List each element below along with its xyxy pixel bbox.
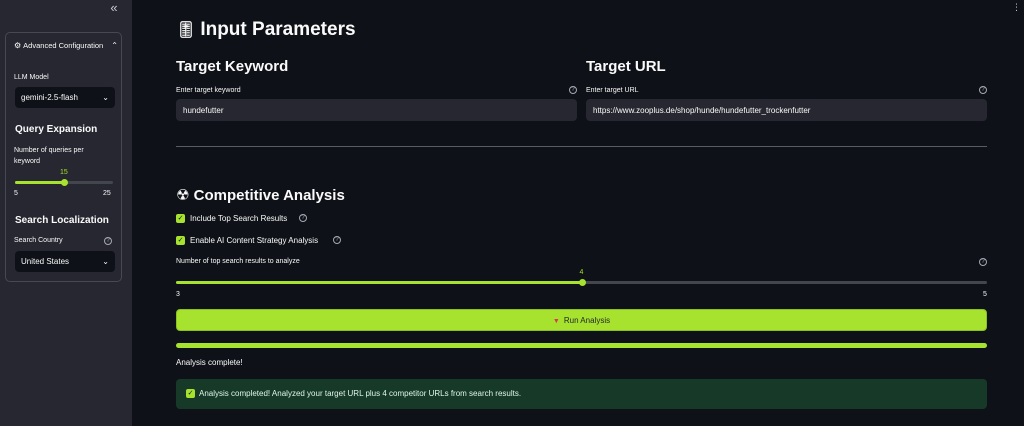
top-results-slider-max: 5 [983,291,987,298]
run-analysis-label: Run Analysis [563,315,611,325]
enable-ai-strategy-label: Enable AI Content Strategy Analysis [190,236,319,245]
rocket-icon: ▼ [552,317,560,325]
help-icon[interactable]: ? [333,236,341,244]
double-chevron-left-icon[interactable]: « [106,1,122,15]
top-results-slider[interactable] [176,279,987,286]
sidebar: « ⚙ Advanced Configuration ⌃ LLM Model ge… [0,0,132,426]
search-country-select[interactable]: United States ⌄ [15,251,115,272]
queries-slider-thumb[interactable] [61,179,68,186]
advanced-configuration-title: Advanced Configuration [23,41,104,50]
sliders-icon: 🎚 [176,22,197,39]
page-title-text: Input Parameters [200,19,356,40]
llm-model-value: gemini-2.5-flash [21,93,78,102]
success-message: Analysis completed! Analyzed your target… [199,389,522,398]
chevron-down-icon: ⌄ [102,257,109,266]
top-results-slider-thumb[interactable] [578,279,586,286]
chevron-down-icon: ⌄ [102,93,109,102]
search-country-label: Search Country [14,237,63,244]
queries-slider-fill [15,181,64,184]
top-results-count-label: Number of top search results to analyze [176,258,300,265]
target-url-heading: Target URL [586,58,666,75]
advanced-configuration-header[interactable]: ⚙ Advanced Configuration ⌃ [14,40,118,52]
top-results-slider-min: 3 [176,291,180,298]
include-top-results-checkbox[interactable]: ✓ [176,214,185,223]
include-top-results-label: Include Top Search Results [190,214,288,223]
top-results-slider-fill [176,281,582,284]
success-alert: ✓ Analysis completed! Analyzed your targ… [176,379,987,409]
chevron-up-icon[interactable]: ⌃ [111,40,118,52]
divider [176,146,987,147]
target-keyword-heading: Target Keyword [176,58,289,75]
target-keyword-label: Enter target keyword [176,87,241,94]
target-url-label: Enter target URL [586,87,639,94]
page-title: 🎚 Input Parameters [176,19,356,41]
llm-model-label: LLM Model [14,74,49,81]
gear-icon: ⚙ [14,41,22,50]
queries-per-keyword-label: Number of queries per keyword [14,147,84,165]
llm-model-select[interactable]: gemini-2.5-flash ⌄ [15,87,115,108]
target-url-input[interactable] [586,99,987,121]
run-analysis-button[interactable]: ▼ Run Analysis [176,309,987,331]
queries-slider-value: 15 [60,169,68,176]
status-text: Analysis complete! [176,358,243,367]
queries-slider-max: 25 [103,190,111,197]
progress-bar [176,343,987,348]
queries-slider[interactable] [15,179,113,186]
enable-ai-strategy-checkbox[interactable]: ✓ [176,236,185,245]
help-icon[interactable]: ? [104,237,112,245]
advanced-configuration-expander: ⚙ Advanced Configuration ⌃ LLM Model gemi… [5,32,122,282]
help-icon[interactable]: ? [569,86,577,94]
competitive-analysis-heading: ☢ Competitive Analysis [176,186,345,204]
queries-slider-min: 5 [14,190,18,197]
vertical-ellipsis-icon[interactable]: ⋮ [1012,2,1021,13]
target-keyword-input[interactable] [176,99,577,121]
check-icon: ✓ [186,389,195,398]
search-localization-heading: Search Localization [15,215,109,226]
top-results-slider-value: 4 [579,269,584,276]
radioactive-icon: ☢ [176,187,190,204]
help-icon[interactable]: ? [979,258,987,266]
query-expansion-heading: Query Expansion [15,124,98,135]
competitive-analysis-title: Competitive Analysis [193,187,345,204]
help-icon[interactable]: ? [299,214,307,222]
progress-bar-fill [176,343,987,348]
help-icon[interactable]: ? [979,86,987,94]
search-country-value: United States [21,257,70,266]
